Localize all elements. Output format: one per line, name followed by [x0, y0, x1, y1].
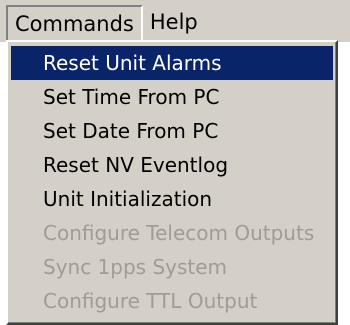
- menu-item-reset-unit-alarms[interactable]: Reset Unit Alarms: [11, 46, 333, 80]
- menu-item-configure-telecom-outputs: Configure Telecom Outputs: [43, 221, 315, 245]
- menu-item-unit-initialization[interactable]: Unit Initialization: [11, 182, 333, 216]
- menu-commands[interactable]: Commands: [6, 5, 143, 45]
- menu-item-configure-ttl-output: Configure TTL Output: [43, 289, 258, 313]
- menu-item-sync-1pps-system: Sync 1pps System: [43, 255, 228, 279]
- menu-item-reset-nv-eventlog[interactable]: Reset NV Eventlog: [11, 148, 333, 182]
- menu-help[interactable]: Help: [143, 5, 205, 41]
- menu-item-set-date-from-pc[interactable]: Set Date From PC: [11, 114, 333, 148]
- menu-bar: Commands Help: [0, 0, 350, 45]
- menu-item-set-time-from-pc[interactable]: Set Time From PC: [11, 80, 333, 114]
- commands-dropdown: Reset Unit Alarms Set Time From PC Set D…: [6, 40, 338, 325]
